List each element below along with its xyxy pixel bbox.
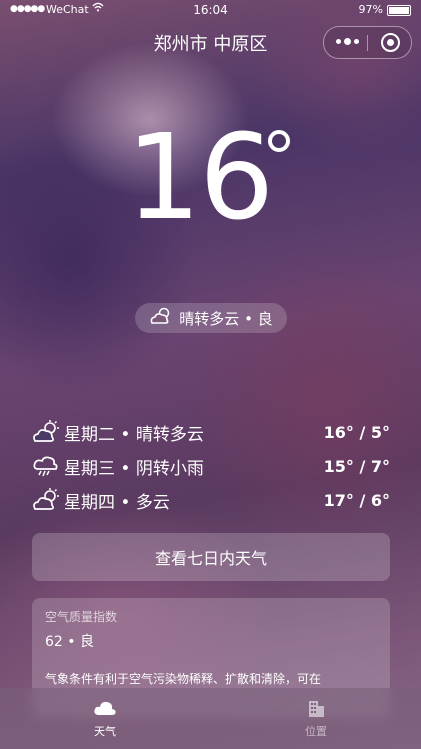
forecast-desc: 星期二 • 晴转多云 [64, 424, 204, 445]
forecast-row: 星期二 • 晴转多云 16° / 5° [32, 418, 390, 446]
forecast-range: 17° / 6° [323, 490, 390, 510]
battery-icon [387, 5, 411, 16]
current-temperature: 16 [126, 108, 274, 246]
cloud-icon [93, 698, 117, 718]
aqi-advice: 气象条件有利于空气污染物稀释、扩散和清除，可在 [45, 672, 322, 686]
target-close-icon[interactable] [381, 33, 400, 52]
status-bar: ●●●●● WeChat 16:04 97% [0, 0, 421, 20]
tab-weather[interactable]: 天气 [45, 688, 165, 749]
tab-location-label: 位置 [305, 725, 327, 738]
current-condition-text: 晴转多云 • 良 [179, 309, 273, 328]
miniprogram-capsule [323, 26, 412, 59]
forecast-desc: 星期四 • 多云 [64, 492, 170, 513]
building-icon [304, 698, 328, 718]
tab-bar: 天气 位置 [0, 688, 421, 749]
cloud-sun-icon [149, 306, 173, 330]
forecast-range: 15° / 7° [323, 456, 390, 476]
forecast-row: 星期四 • 多云 17° / 6° [32, 486, 390, 514]
forecast-desc: 星期三 • 阴转小雨 [64, 458, 204, 479]
current-condition-pill: 晴转多云 • 良 [135, 303, 287, 333]
cloud-rain-icon [32, 454, 60, 478]
cloud-sun-icon [32, 420, 60, 444]
aqi-value: 62 • 良 [45, 634, 94, 650]
degree-icon [268, 130, 290, 152]
capsule-divider [367, 35, 368, 51]
tab-location[interactable]: 位置 [256, 688, 376, 749]
forecast-range: 16° / 5° [323, 422, 390, 442]
tab-weather-label: 天气 [94, 725, 116, 738]
forecast-row: 星期三 • 阴转小雨 15° / 7° [32, 452, 390, 480]
cloud-sun-icon [32, 488, 60, 512]
seven-day-forecast-button[interactable]: 查看七日内天气 [32, 533, 390, 581]
aqi-label: 空气质量指数 [45, 610, 118, 624]
battery-percent: 97% [358, 3, 383, 16]
more-dots-icon[interactable] [336, 38, 359, 45]
